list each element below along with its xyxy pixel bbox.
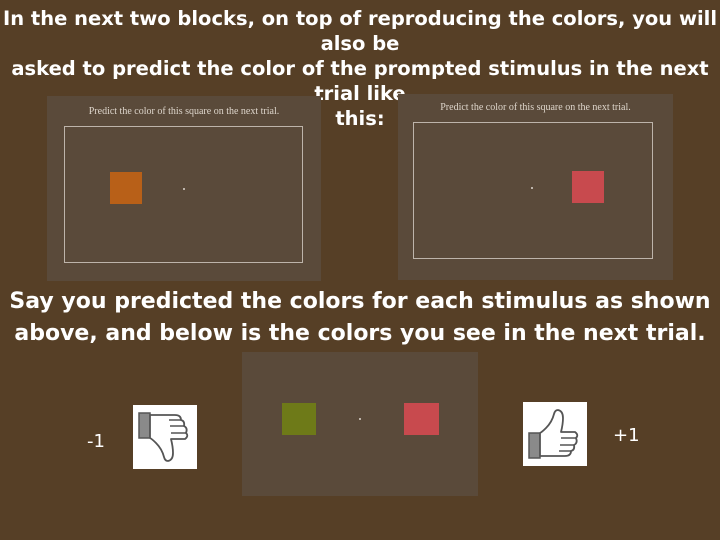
positive-score: +1	[613, 425, 640, 446]
explanation-line-2: above, and below is the colors you see i…	[14, 321, 706, 346]
panel-caption: Predict the color of this square on the …	[88, 106, 280, 117]
instruction-line-1: In the next two blocks, on top of reprod…	[2, 7, 718, 55]
prediction-panel-right: Predict the color of this square on the …	[398, 94, 673, 280]
predicted-square	[572, 171, 604, 203]
fixation-dot	[183, 188, 185, 190]
next-trial-panel	[242, 352, 478, 496]
fixation-dot	[531, 187, 533, 189]
stimulus-frame	[413, 122, 653, 259]
thumbs-down-box	[133, 405, 197, 469]
prediction-panel-left: Predict the color of this square on the …	[47, 96, 321, 281]
fixation-dot	[359, 418, 361, 420]
thumbs-up-icon	[528, 409, 579, 459]
actual-right-square	[404, 403, 439, 435]
actual-left-square	[282, 403, 316, 435]
panel-caption: Predict the color of this square on the …	[440, 102, 631, 113]
stimulus-frame	[64, 126, 303, 263]
predicted-square	[110, 172, 142, 204]
thumbs-down-icon	[138, 412, 189, 462]
explanation-line-1: Say you predicted the colors for each st…	[9, 289, 711, 314]
thumbs-up-box	[523, 402, 587, 466]
negative-score: -1	[87, 431, 105, 452]
explanation-text: Say you predicted the colors for each st…	[0, 286, 720, 350]
